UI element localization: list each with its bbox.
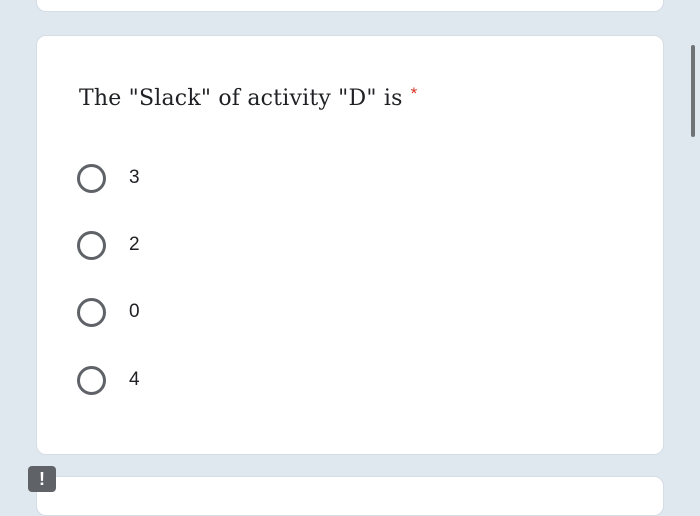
option-label: 2 bbox=[129, 234, 140, 255]
option-label: 3 bbox=[129, 167, 140, 188]
question-title: The "Slack" of activity "D" is * bbox=[79, 84, 418, 111]
radio-button[interactable] bbox=[77, 297, 106, 327]
option-0[interactable]: 0 bbox=[77, 294, 140, 330]
option-label: 0 bbox=[129, 301, 140, 322]
option-label: 4 bbox=[129, 369, 140, 390]
scrollbar[interactable] bbox=[691, 45, 695, 137]
question-text: The "Slack" of activity "D" is bbox=[79, 86, 403, 111]
option-2[interactable]: 2 bbox=[77, 227, 140, 263]
required-asterisk: * bbox=[410, 84, 418, 103]
previous-question-card bbox=[36, 0, 664, 12]
question-card: The "Slack" of activity "D" is * 3 2 0 4 bbox=[36, 35, 664, 455]
radio-button[interactable] bbox=[77, 365, 106, 395]
option-4[interactable]: 4 bbox=[77, 362, 140, 398]
radio-button[interactable] bbox=[77, 230, 106, 260]
radio-button[interactable] bbox=[77, 163, 106, 193]
option-3[interactable]: 3 bbox=[77, 160, 140, 196]
exclamation-icon[interactable]: ! bbox=[28, 466, 56, 492]
next-question-card bbox=[36, 476, 664, 516]
